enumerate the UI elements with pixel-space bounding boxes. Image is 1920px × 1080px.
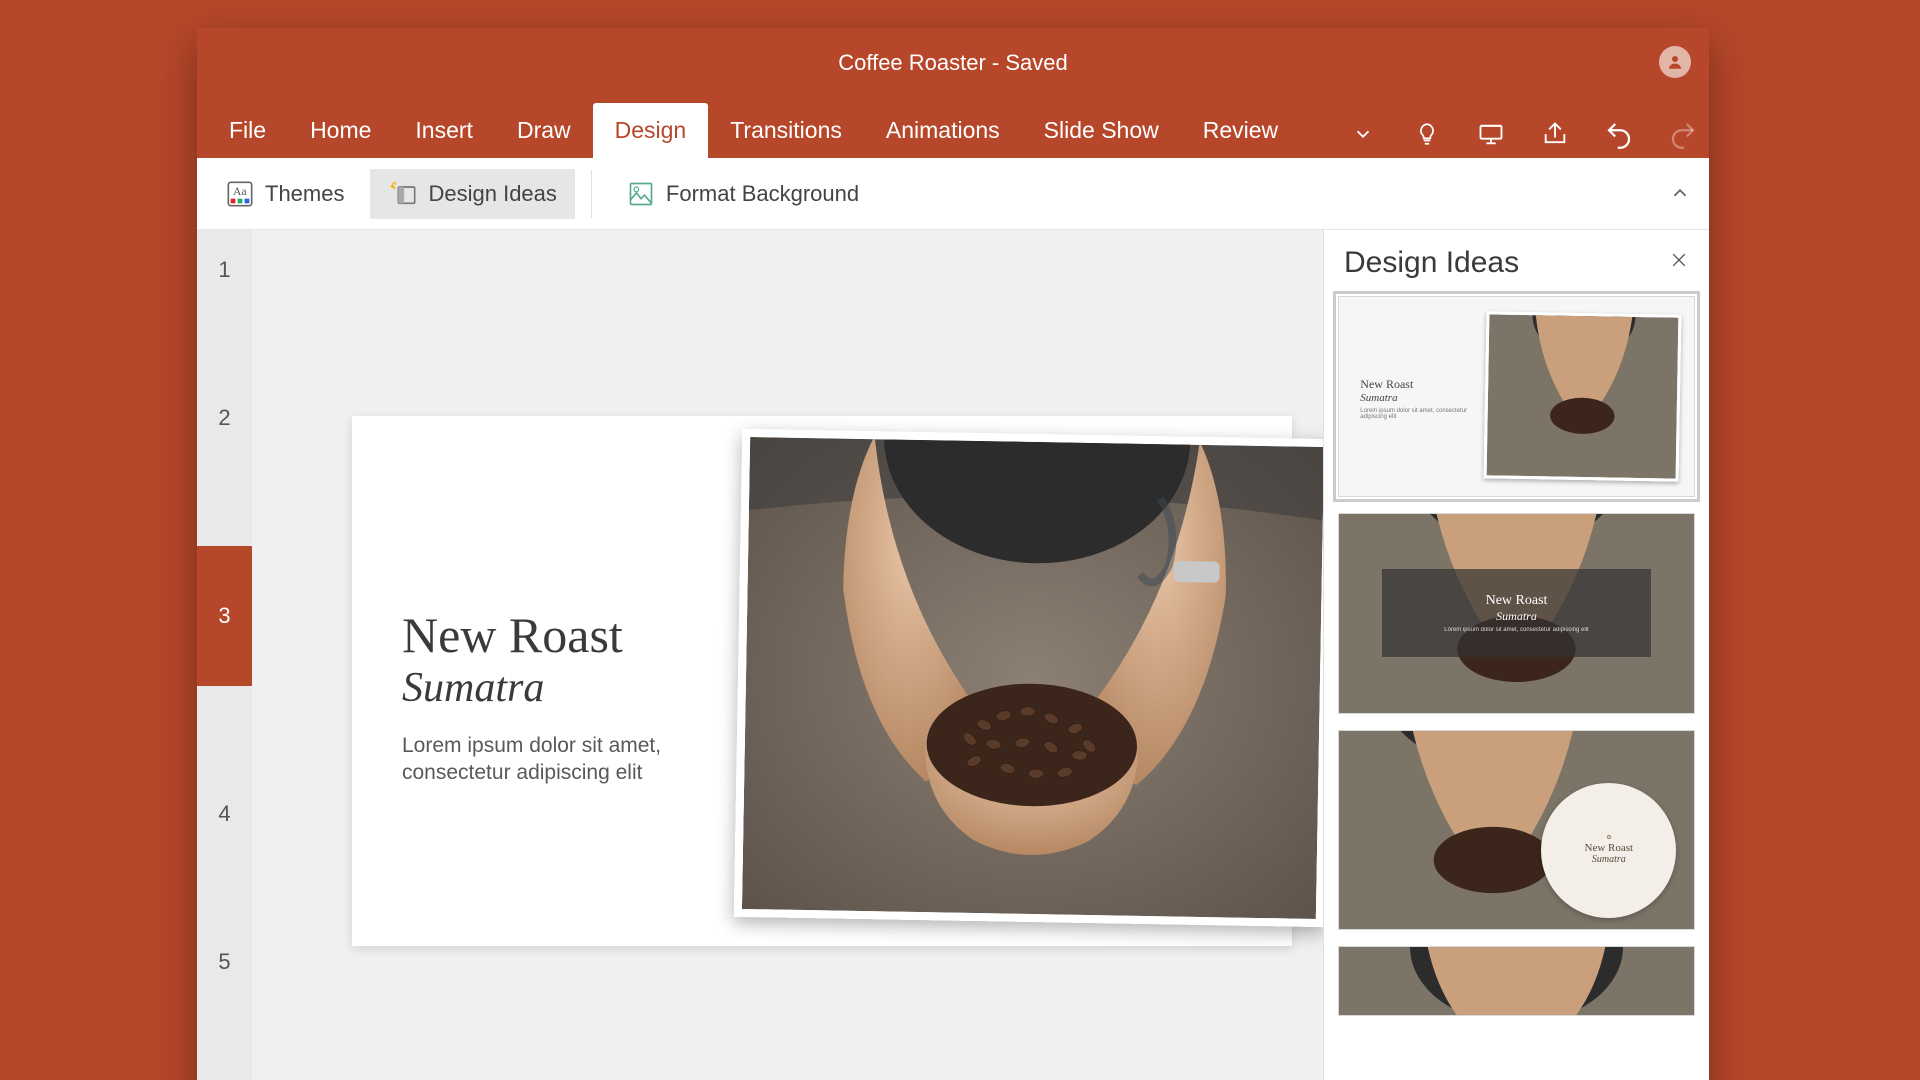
design-idea-card[interactable]: New Roast Sumatra xyxy=(1338,730,1695,931)
tab-home[interactable]: Home xyxy=(288,103,393,158)
design-idea-card[interactable]: New Roast Sumatra Lorem ipsum dolor sit … xyxy=(1338,296,1695,497)
slide-number: 2 xyxy=(218,405,230,431)
slide-number: 1 xyxy=(218,257,230,283)
account-icon[interactable] xyxy=(1659,46,1691,78)
format-background-icon xyxy=(626,179,656,209)
idea-subtitle: Sumatra xyxy=(1496,609,1537,624)
svg-text:Aa: Aa xyxy=(233,185,247,198)
slide-canvas-area[interactable]: New Roast Sumatra Lorem ipsum dolor sit … xyxy=(252,230,1323,1080)
ribbon-separator xyxy=(591,170,592,218)
slide[interactable]: New Roast Sumatra Lorem ipsum dolor sit … xyxy=(352,416,1292,946)
slide-thumbnail-current[interactable]: 3 xyxy=(197,546,252,686)
app-window: Coffee Roaster - Saved File Home Insert … xyxy=(197,28,1709,1080)
design-ideas-header: Design Ideas xyxy=(1324,230,1709,290)
lightbulb-icon[interactable] xyxy=(1411,118,1443,150)
themes-label: Themes xyxy=(265,181,344,207)
title-bar: Coffee Roaster - Saved xyxy=(197,28,1709,98)
slide-thumbnail[interactable]: 5 xyxy=(197,942,252,982)
design-idea-card[interactable] xyxy=(1338,946,1695,1016)
tab-animations[interactable]: Animations xyxy=(864,103,1022,158)
themes-icon: Aa xyxy=(225,179,255,209)
slide-text-column[interactable]: New Roast Sumatra Lorem ipsum dolor sit … xyxy=(402,606,752,787)
tab-file[interactable]: File xyxy=(207,103,288,158)
themes-button[interactable]: Aa Themes xyxy=(207,169,362,219)
design-ideas-title: Design Ideas xyxy=(1344,246,1519,280)
format-background-button[interactable]: Format Background xyxy=(608,169,877,219)
slide-number: 5 xyxy=(218,949,230,975)
idea-title: New Roast xyxy=(1360,377,1495,392)
slide-thumbnail[interactable]: 4 xyxy=(197,794,252,834)
slide-image[interactable] xyxy=(734,429,1323,927)
undo-icon[interactable] xyxy=(1603,118,1635,150)
design-idea-card[interactable]: New Roast Sumatra Lorem ipsum dolor sit … xyxy=(1338,513,1695,714)
tab-review[interactable]: Review xyxy=(1181,103,1300,158)
chevron-down-icon[interactable] xyxy=(1347,118,1379,150)
ribbon: Aa Themes Design Ideas Format Background xyxy=(197,158,1709,230)
slide-subtitle[interactable]: Sumatra xyxy=(402,664,752,712)
slide-title[interactable]: New Roast xyxy=(402,606,752,664)
tab-draw[interactable]: Draw xyxy=(495,103,593,158)
slide-body[interactable]: Lorem ipsum dolor sit amet, consectetur … xyxy=(402,732,752,787)
document-title: Coffee Roaster - Saved xyxy=(838,50,1068,76)
slide-thumbnail-rail: 1 2 3 4 5 xyxy=(197,230,252,1080)
tab-design[interactable]: Design xyxy=(593,103,709,158)
slide-thumbnail[interactable]: 1 xyxy=(197,250,252,290)
close-icon[interactable] xyxy=(1669,250,1689,276)
idea-subtitle: Sumatra xyxy=(1360,392,1495,404)
idea-title: New Roast xyxy=(1585,842,1634,854)
work-area: 1 2 3 4 5 New Roast Sumatra Lorem ipsum … xyxy=(197,230,1709,1080)
idea-body: Lorem ipsum dolor sit amet, consectetur … xyxy=(1360,408,1495,420)
design-ideas-button[interactable]: Design Ideas xyxy=(370,169,574,219)
redo-icon xyxy=(1667,118,1699,150)
idea-body: Lorem ipsum dolor sit amet, consectetur … xyxy=(1444,627,1588,633)
idea-subtitle: Sumatra xyxy=(1592,854,1626,865)
slide-number: 4 xyxy=(218,801,230,827)
share-icon[interactable] xyxy=(1539,118,1571,150)
ribbon-tabs: File Home Insert Draw Design Transitions… xyxy=(197,98,1709,158)
design-ideas-pane: Design Ideas New Roast Sumatra Lorem ips… xyxy=(1323,230,1709,1080)
tab-slide-show[interactable]: Slide Show xyxy=(1022,103,1181,158)
design-ideas-list[interactable]: New Roast Sumatra Lorem ipsum dolor sit … xyxy=(1324,290,1709,1080)
collapse-ribbon-icon[interactable] xyxy=(1669,182,1691,209)
slide-thumbnail[interactable]: 2 xyxy=(197,398,252,438)
format-background-label: Format Background xyxy=(666,181,859,207)
slide-number: 3 xyxy=(218,603,230,629)
present-icon[interactable] xyxy=(1475,118,1507,150)
design-ideas-icon xyxy=(388,179,418,209)
design-ideas-label: Design Ideas xyxy=(428,181,556,207)
tab-transitions[interactable]: Transitions xyxy=(708,103,864,158)
tab-insert[interactable]: Insert xyxy=(393,103,495,158)
idea-title: New Roast xyxy=(1486,593,1548,609)
